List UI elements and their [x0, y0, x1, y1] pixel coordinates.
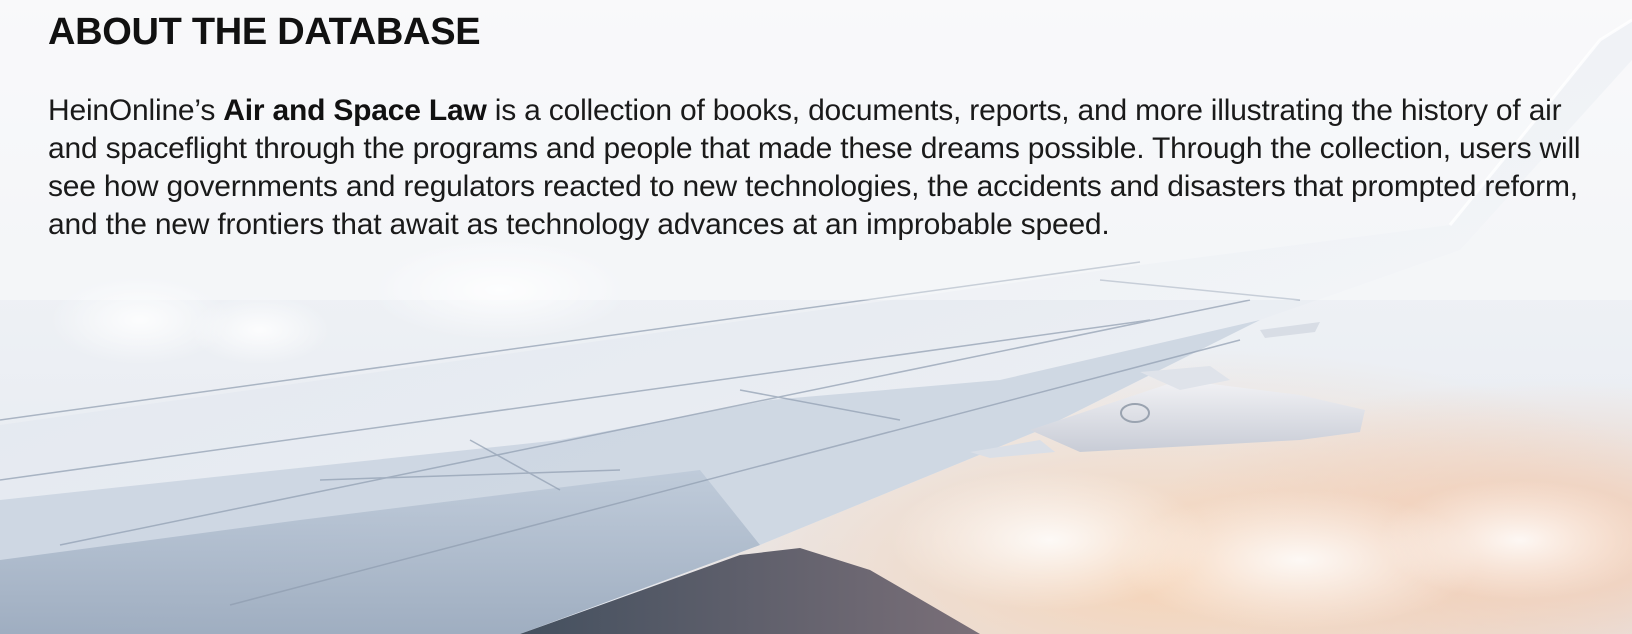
description-intro: HeinOnline’s	[48, 94, 224, 127]
collection-name: Air and Space Law	[223, 94, 487, 127]
about-section: ABOUT THE DATABASE HeinOnline’s Air and …	[48, 6, 1593, 244]
section-description: HeinOnline’s Air and Space Law is a coll…	[48, 92, 1593, 244]
section-heading: ABOUT THE DATABASE	[48, 11, 481, 53]
hero-section: ABOUT THE DATABASE HeinOnline’s Air and …	[0, 0, 1632, 634]
